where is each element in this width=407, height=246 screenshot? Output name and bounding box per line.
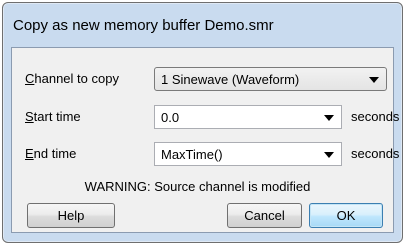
start-time-label-text: tart time	[33, 109, 81, 124]
start-time-label: Start time	[25, 109, 81, 124]
end-time-value: MaxTime()	[161, 147, 223, 162]
channel-label: Channel to copy	[25, 71, 119, 86]
channel-label-text: hannel to copy	[34, 71, 119, 86]
warning-message: WARNING: Source channel is modified	[84, 179, 311, 194]
end-time-unit: seconds	[351, 146, 400, 161]
chevron-down-icon[interactable]	[324, 115, 334, 121]
end-time-combobox[interactable]: MaxTime()	[154, 142, 342, 166]
channel-dropdown[interactable]: 1 Sinewave (Waveform)	[154, 67, 387, 91]
cancel-button[interactable]: Cancel	[227, 203, 302, 228]
chevron-down-icon[interactable]	[324, 152, 334, 158]
channel-label-accesskey: C	[25, 71, 35, 86]
dialog-body: Channel to copy 1 Sinewave (Waveform) St…	[11, 47, 399, 233]
ok-button[interactable]: OK	[309, 203, 383, 228]
start-time-label-accesskey: S	[25, 109, 34, 124]
end-time-label: End time	[25, 146, 76, 161]
chevron-down-icon	[369, 77, 379, 83]
help-button[interactable]: Help	[27, 203, 115, 228]
start-time-combobox[interactable]: 0.0	[154, 105, 342, 129]
end-time-label-accesskey: E	[25, 146, 34, 161]
dialog-window: Copy as new memory buffer Demo.smr Chann…	[2, 2, 403, 243]
end-time-label-text: nd time	[33, 146, 77, 161]
window-title: Copy as new memory buffer Demo.smr	[13, 17, 274, 34]
channel-dropdown-value: 1 Sinewave (Waveform)	[161, 72, 300, 87]
start-time-unit: seconds	[351, 109, 400, 124]
start-time-value: 0.0	[161, 110, 180, 125]
